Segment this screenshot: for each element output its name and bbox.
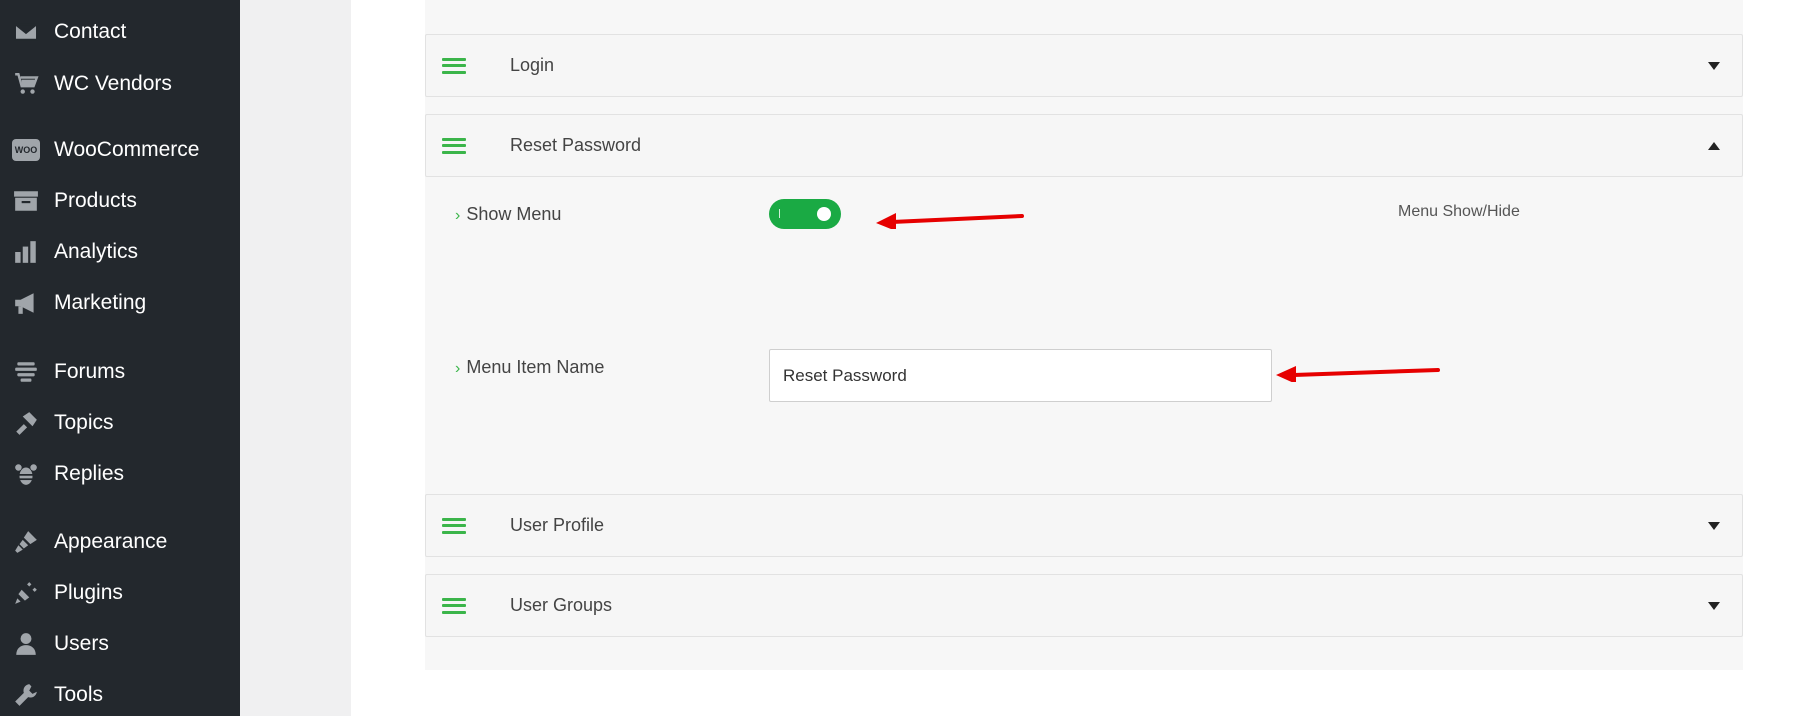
sidebar-item-label: WooCommerce	[54, 138, 200, 161]
menu-item-name-label: › Menu Item Name	[455, 357, 604, 378]
annotation-arrow-toggle	[876, 213, 1024, 229]
sidebar-item-users[interactable]: Users	[0, 622, 240, 666]
settings-panel	[425, 0, 1743, 670]
sidebar-item-appearance[interactable]: Appearance	[0, 520, 240, 564]
sidebar-item-forums[interactable]: Forums	[0, 350, 240, 394]
forums-icon	[12, 358, 40, 386]
annotation-arrow-input	[1276, 366, 1440, 382]
cart-icon	[12, 70, 40, 98]
sidebar-item-label: Products	[54, 189, 137, 212]
sidebar-item-label: Plugins	[54, 581, 123, 604]
paintbrush-icon	[12, 528, 40, 556]
user-icon	[12, 630, 40, 658]
envelope-icon	[12, 18, 40, 46]
accordion-reset-password[interactable]: Reset Password	[425, 114, 1743, 177]
show-menu-toggle[interactable]	[769, 199, 841, 229]
caret-down-icon[interactable]	[1708, 61, 1720, 70]
show-menu-label: › Show Menu	[455, 204, 561, 225]
drag-handle-icon[interactable]	[442, 597, 466, 614]
topics-icon	[12, 409, 40, 437]
sidebar-item-topics[interactable]: Topics	[0, 401, 240, 445]
field-label-text: Menu Item Name	[466, 357, 605, 377]
sidebar-item-label: Topics	[54, 411, 114, 434]
sidebar-item-products[interactable]: Products	[0, 179, 240, 223]
sidebar-item-marketing[interactable]: Marketing	[0, 281, 240, 325]
accordion-title: User Groups	[510, 595, 613, 615]
content-gutter	[240, 0, 351, 716]
toggle-on-mark	[779, 209, 780, 218]
menu-item-name-input[interactable]	[769, 349, 1272, 402]
archive-icon	[12, 187, 40, 215]
sidebar-item-label: WC Vendors	[54, 72, 172, 95]
caret-down-icon[interactable]	[1708, 601, 1720, 610]
sidebar-item-label: Tools	[54, 683, 104, 706]
drag-handle-icon[interactable]	[442, 137, 466, 154]
sidebar-item-label: Marketing	[54, 291, 147, 314]
sidebar-item-replies[interactable]: Replies	[0, 452, 240, 496]
show-menu-help-text: Menu Show/Hide	[1398, 203, 1520, 220]
sidebar-item-label: Contact	[54, 20, 127, 43]
wrench-icon	[12, 681, 40, 709]
sidebar-item-tools[interactable]: Tools	[0, 673, 240, 716]
sidebar-item-label: Replies	[54, 462, 125, 485]
sidebar-item-label: Users	[54, 632, 109, 655]
chevron-right-icon: ›	[455, 360, 461, 377]
plug-icon	[12, 579, 40, 607]
sidebar-item-plugins[interactable]: Plugins	[0, 571, 240, 615]
accordion-title: Reset Password	[510, 135, 642, 155]
toggle-knob	[817, 207, 831, 221]
chevron-right-icon: ›	[455, 207, 461, 224]
drag-handle-icon[interactable]	[442, 57, 466, 74]
woo-icon: WOO	[12, 136, 40, 164]
drag-handle-icon[interactable]	[442, 517, 466, 534]
caret-up-icon[interactable]	[1708, 141, 1720, 150]
accordion-user-groups[interactable]: User Groups	[425, 574, 1743, 637]
sidebar-item-woocommerce[interactable]: WOO WooCommerce	[0, 128, 240, 172]
sidebar-item-label: Appearance	[54, 530, 168, 553]
accordion-title: Login	[510, 55, 555, 75]
accordion-title: User Profile	[510, 515, 605, 535]
sidebar-item-label: Forums	[54, 360, 126, 383]
sidebar-item-label: Analytics	[54, 240, 139, 263]
accordion-user-profile[interactable]: User Profile	[425, 494, 1743, 557]
admin-sidebar: Contact WC Vendors WOO WooCommerce Produ…	[0, 0, 240, 716]
sidebar-item-contact[interactable]: Contact	[0, 10, 240, 54]
field-label-text: Show Menu	[466, 204, 562, 224]
replies-icon	[12, 460, 40, 488]
bar-chart-icon	[12, 238, 40, 266]
megaphone-icon	[12, 289, 40, 317]
sidebar-item-wc-vendors[interactable]: WC Vendors	[0, 62, 240, 106]
accordion-login[interactable]: Login	[425, 34, 1743, 97]
sidebar-item-analytics[interactable]: Analytics	[0, 230, 240, 274]
caret-down-icon[interactable]	[1708, 521, 1720, 530]
woo-badge: WOO	[12, 139, 40, 161]
